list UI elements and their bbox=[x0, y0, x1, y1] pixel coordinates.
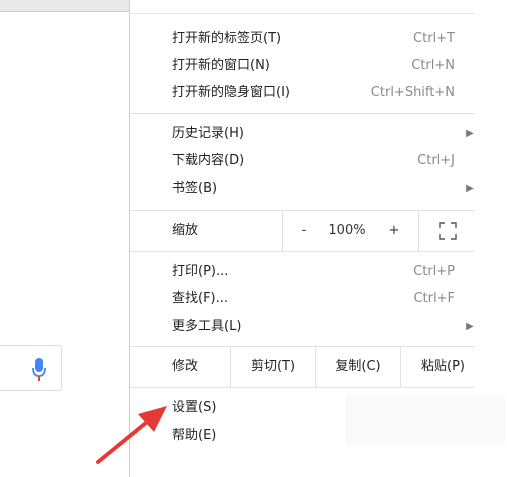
downloads-shortcut: Ctrl+J bbox=[417, 153, 455, 168]
zoom-label: 缩放 bbox=[172, 223, 199, 238]
print-shortcut: Ctrl+P bbox=[413, 264, 455, 279]
menu-item-bookmarks[interactable]: 书签(B) ▶ bbox=[130, 175, 475, 202]
new-incognito-label: 打开新的隐身窗口(I) bbox=[172, 85, 290, 100]
zoom-level: 100% bbox=[328, 223, 366, 238]
new-tab-label: 打开新的标签页(T) bbox=[172, 31, 282, 46]
paste-button[interactable]: 粘贴(P) bbox=[401, 347, 485, 387]
menu-item-find[interactable]: 查找(F)... Ctrl+F bbox=[130, 285, 475, 312]
chevron-right-icon: ▶ bbox=[466, 128, 474, 139]
red-arrow bbox=[96, 406, 167, 464]
page-top-bar bbox=[0, 0, 129, 12]
new-window-label: 打开新的窗口(N) bbox=[172, 58, 270, 73]
new-incognito-shortcut: Ctrl+Shift+N bbox=[370, 85, 455, 100]
menu-item-history[interactable]: 历史记录(H) ▶ bbox=[130, 120, 475, 147]
menu-item-print[interactable]: 打印(P)... Ctrl+P bbox=[130, 258, 475, 285]
menu-separator bbox=[130, 251, 475, 252]
zoom-row: 缩放 - 100% + bbox=[130, 211, 475, 251]
new-window-shortcut: Ctrl+N bbox=[411, 58, 455, 73]
zoom-in-button[interactable]: + bbox=[383, 211, 405, 251]
microphone-icon[interactable] bbox=[31, 357, 47, 383]
zoom-divider bbox=[418, 211, 419, 251]
menu-item-new-incognito[interactable]: 打开新的隐身窗口(I) Ctrl+Shift+N bbox=[130, 79, 475, 106]
zoom-divider bbox=[282, 211, 283, 251]
menu-item-settings[interactable]: 设置(S) bbox=[130, 394, 475, 421]
menu-top-edge bbox=[130, 0, 475, 14]
history-label: 历史记录(H) bbox=[172, 126, 244, 141]
menu-separator bbox=[130, 387, 475, 388]
copy-button[interactable]: 复制(C) bbox=[316, 347, 400, 387]
menu-item-downloads[interactable]: 下载内容(D) Ctrl+J bbox=[130, 147, 475, 174]
menu-item-new-window[interactable]: 打开新的窗口(N) Ctrl+N bbox=[130, 52, 475, 79]
menu-item-help[interactable]: 帮助(E) bbox=[130, 422, 475, 449]
menu-item-more-tools[interactable]: 更多工具(L) ▶ bbox=[130, 313, 475, 340]
chevron-right-icon: ▶ bbox=[466, 321, 474, 332]
zoom-out-button[interactable]: - bbox=[293, 211, 315, 251]
help-label: 帮助(E) bbox=[172, 428, 217, 443]
chrome-main-menu: 打开新的标签页(T) Ctrl+T 打开新的窗口(N) Ctrl+N 打开新的隐… bbox=[129, 0, 507, 477]
edit-row: 修改 剪切(T) 复制(C) 粘贴(P) bbox=[130, 347, 475, 387]
print-label: 打印(P)... bbox=[172, 264, 229, 279]
cut-button[interactable]: 剪切(T) bbox=[231, 347, 315, 387]
edit-label: 修改 bbox=[172, 359, 199, 374]
bookmarks-label: 书签(B) bbox=[172, 181, 218, 196]
more-tools-label: 更多工具(L) bbox=[172, 319, 242, 334]
menu-item-new-tab[interactable]: 打开新的标签页(T) Ctrl+T bbox=[130, 25, 475, 52]
chevron-right-icon: ▶ bbox=[466, 183, 474, 194]
downloads-label: 下载内容(D) bbox=[172, 153, 245, 168]
find-label: 查找(F)... bbox=[172, 291, 229, 306]
fullscreen-icon[interactable] bbox=[436, 219, 460, 243]
settings-label: 设置(S) bbox=[172, 400, 217, 415]
find-shortcut: Ctrl+F bbox=[413, 291, 455, 306]
new-tab-shortcut: Ctrl+T bbox=[413, 31, 455, 46]
menu-separator bbox=[130, 113, 475, 114]
